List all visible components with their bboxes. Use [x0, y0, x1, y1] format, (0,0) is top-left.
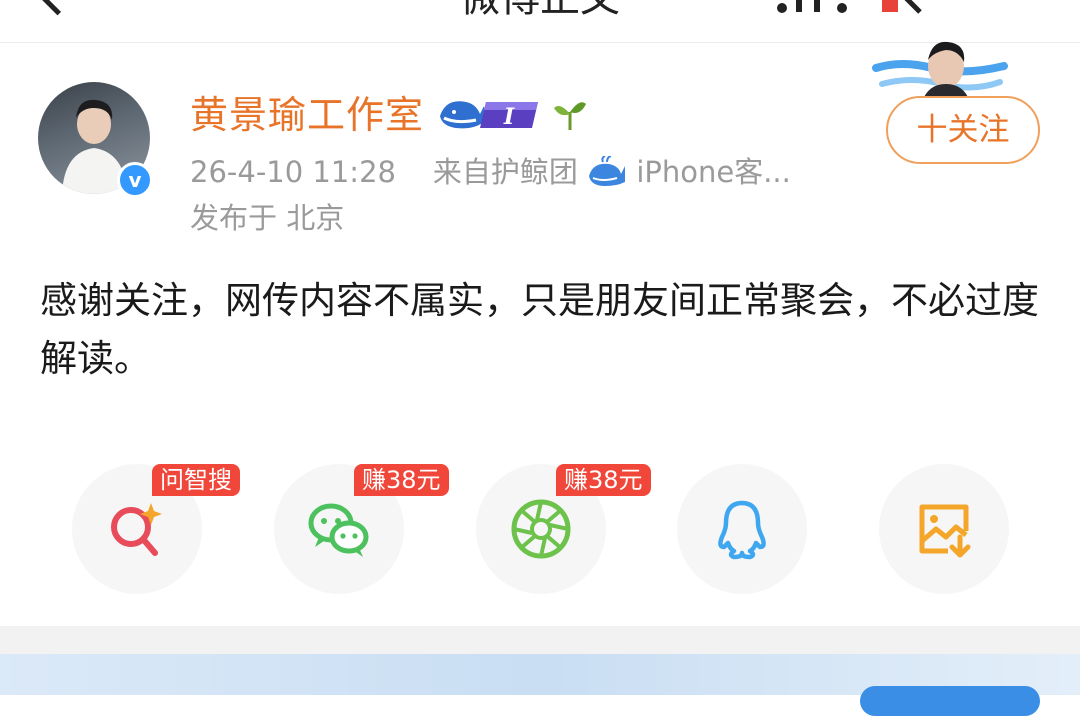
- top-status-icons: [777, 0, 922, 14]
- ai-search-icon: [111, 503, 162, 556]
- save-image-icon: [919, 504, 971, 558]
- share-save-image-button[interactable]: [879, 464, 1009, 594]
- moments-badge: 赚38元: [556, 464, 651, 496]
- share-qq-button[interactable]: [677, 464, 807, 594]
- author-name[interactable]: 黄景瑜工作室: [190, 90, 424, 140]
- sprout-icon: [554, 102, 586, 130]
- section-divider: [0, 626, 1080, 654]
- share-row: 问智搜 赚38元 赚38元: [0, 464, 1080, 604]
- wechat-badge: 赚38元: [354, 464, 449, 496]
- badge-level-text: I: [503, 104, 515, 130]
- post-location: 发布于 北京: [190, 201, 345, 235]
- post-text: 感谢关注，网传内容不属实，只是朋友间正常聚会，不必过度解读。: [40, 279, 1039, 380]
- post-source-prefix: 来自护鲸团: [432, 155, 578, 189]
- verified-badge-icon: v: [117, 162, 153, 198]
- profile-decoration-image: [872, 41, 1008, 102]
- whale-icon: [589, 156, 626, 186]
- whale-vip-badge-icon[interactable]: I: [436, 94, 542, 134]
- post-time: 26-4-10 11:28: [190, 155, 396, 189]
- floating-action-button[interactable]: [860, 686, 1040, 716]
- post-meta: 26-4-10 11:28 来自护鲸团 iPhone客...: [190, 152, 791, 192]
- qq-icon: [718, 500, 766, 560]
- moments-icon: [511, 499, 571, 559]
- wechat-icon: [308, 503, 369, 557]
- post-source-client[interactable]: iPhone客...: [636, 155, 791, 189]
- ai-search-badge: 问智搜: [152, 464, 240, 496]
- follow-button[interactable]: 十关注: [886, 96, 1040, 164]
- top-nav-bar: 微博正文: [0, 0, 1080, 43]
